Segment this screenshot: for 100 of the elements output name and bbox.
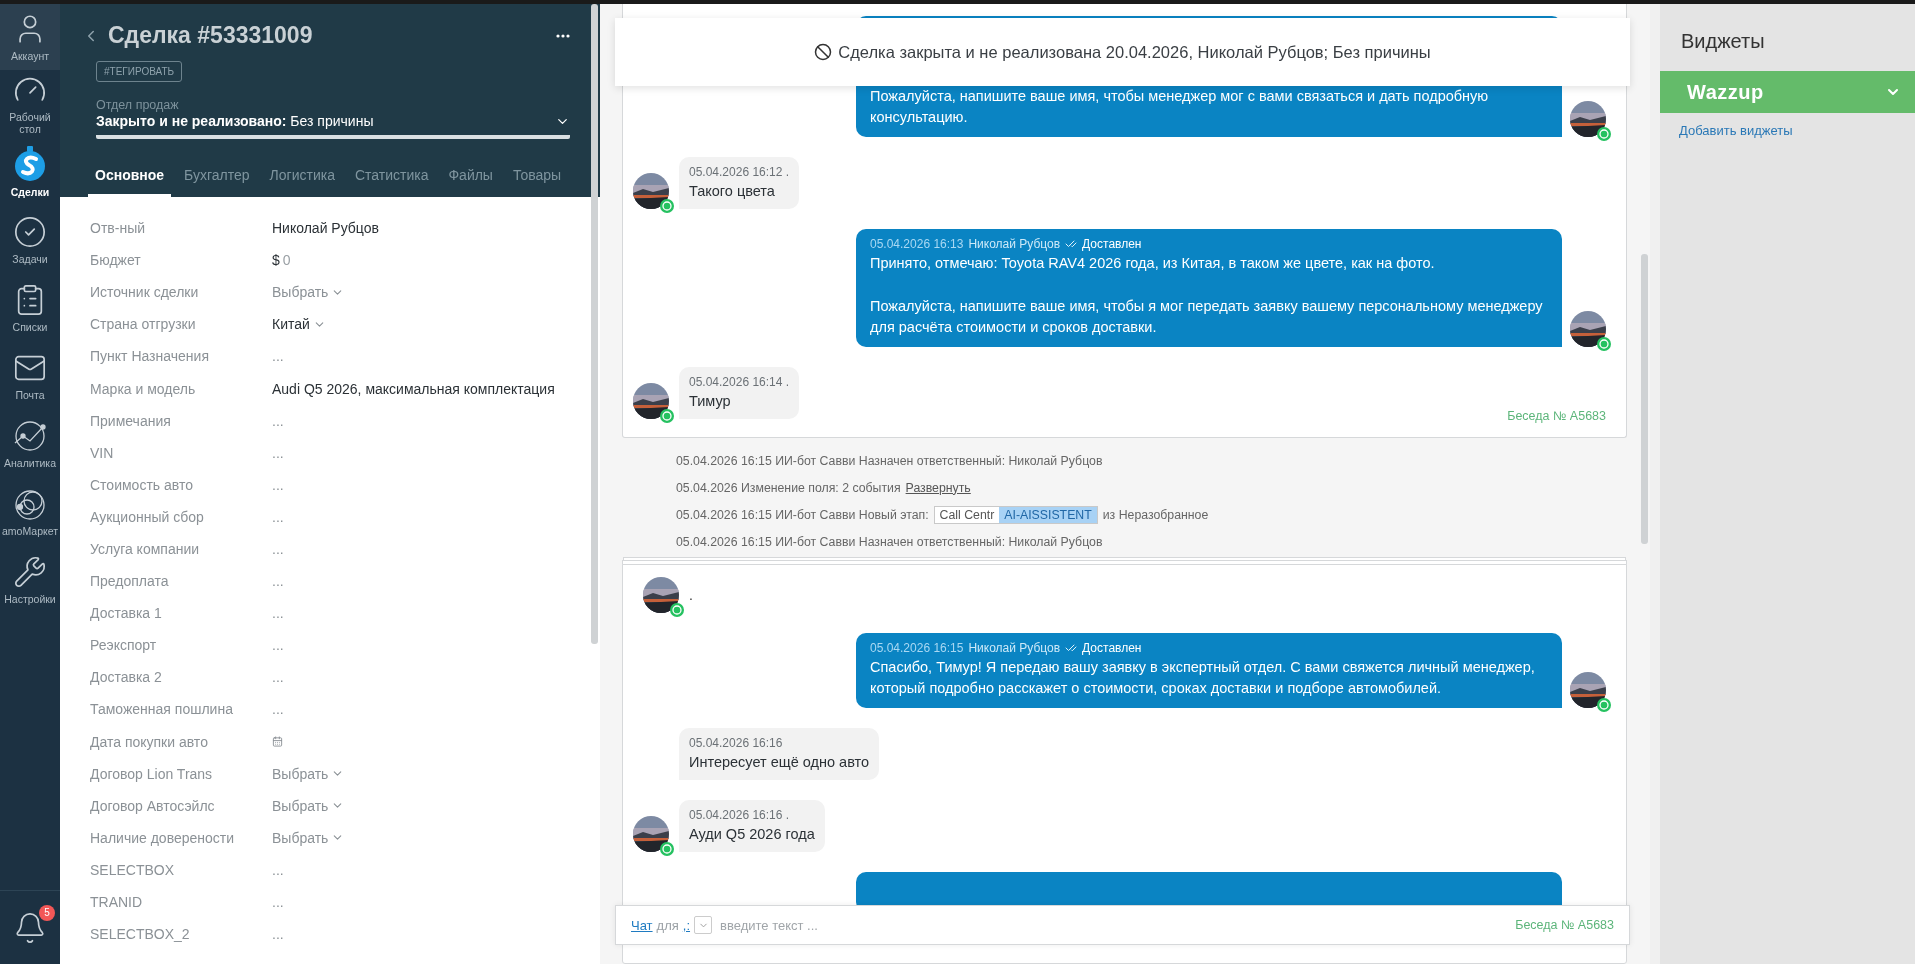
stage-tag: Call Centr: [934, 506, 1000, 523]
select-field[interactable]: Выбрать: [272, 284, 345, 301]
field-label: Наличие доверености: [90, 829, 236, 846]
field-label: Аукционный сбор: [90, 508, 205, 525]
nav-item[interactable]: Списки: [0, 274, 60, 342]
banner-text: Сделка закрыта и не реализована 20.04.2026, Николай Рубцов; Без причины: [838, 42, 1431, 62]
field-value[interactable]: ...: [272, 444, 284, 461]
field-value: Николай Рубцов: [272, 220, 379, 237]
field-label: Дата покупки авто: [90, 733, 209, 750]
field-label: Предоплата: [90, 573, 170, 590]
field-value[interactable]: ...: [272, 894, 284, 910]
field-label: Бюджет: [90, 252, 142, 269]
field-value[interactable]: ...: [272, 508, 284, 525]
message-text: Спасибо, Тимур! Я передаю вашу заявку в экспертный отдел. С вами свяжется личный менеджер, который подробно расскажет о стоимости, сроках доставки и подборе автомобилей.: [870, 658, 1536, 698]
note-text: из Неразобранное: [1102, 507, 1209, 522]
tab[interactable]: Файлы: [441, 167, 500, 197]
field-value[interactable]: ...: [272, 573, 284, 590]
note-text: 05.04.2026 Изменение поля: 2 события: [676, 480, 901, 495]
field-value[interactable]: ...: [272, 605, 284, 622]
field-label: Услуга компании: [90, 541, 201, 557]
field-value[interactable]: ...: [272, 412, 284, 429]
tab[interactable]: Основное: [88, 167, 172, 197]
conversation-label: Беседа № A5683: [1507, 409, 1606, 423]
chat-link[interactable]: Чат: [631, 917, 653, 933]
message-time: 05.04.2026 16:16: [689, 736, 784, 750]
pipeline-label: Отдел продаж: [96, 98, 180, 112]
message-time: 05.04.2026 16:15: [870, 641, 964, 655]
message-text: .: [689, 587, 693, 603]
field-label: Марка и модель: [90, 380, 197, 397]
field-label: TRANID: [90, 894, 144, 910]
tab[interactable]: Статистика: [347, 167, 436, 197]
field-value[interactable]: $ 0: [272, 252, 291, 269]
tab[interactable]: Логистика: [262, 167, 342, 197]
nav-item[interactable]: Аккаунт: [0, 4, 60, 70]
widget-bar[interactable]: Wazzup: [1660, 71, 1915, 113]
field-value: Audi Q5 2026, максимальная комплектация: [272, 380, 555, 397]
message-input[interactable]: введите текст ...: [720, 917, 818, 933]
field-label: Источник сделки: [90, 284, 200, 301]
field-value[interactable]: ...: [272, 541, 284, 557]
field-label: Доставка 2: [90, 669, 163, 686]
note-text: 05.04.2026 16:15 ИИ-бот Савви Новый этап:: [676, 507, 929, 522]
tag-button[interactable]: #ТЕГИРОВАТЬ: [96, 61, 183, 82]
message-text: Интересует ещё одно авто: [689, 754, 870, 770]
field-value[interactable]: ...: [272, 926, 284, 943]
notification-badge: 5: [39, 904, 55, 921]
add-widgets-link[interactable]: Добавить виджеты: [1679, 123, 1915, 138]
field-label: Таможенная пошлина: [90, 701, 234, 718]
field-label: SELECTBOX: [90, 861, 176, 878]
message-text: Принято, отмечаю: Toyota RAV4 2026 года, из Китая, в таком же цвете, как на фото.: [870, 254, 1436, 273]
field-label: VIN: [90, 444, 115, 461]
expand-link[interactable]: Развернуть: [905, 480, 971, 495]
delivery-status: Доставлен: [1082, 641, 1142, 655]
field-value[interactable]: ...: [272, 669, 284, 686]
field-label: Договор Lion Trans: [90, 765, 214, 782]
field-label: Стоимость авто: [90, 476, 194, 493]
select-field[interactable]: Выбрать: [272, 765, 345, 782]
select-field[interactable]: Выбрать: [272, 829, 345, 846]
field-label: Отв-ный: [90, 220, 146, 237]
field-value[interactable]: ...: [272, 701, 284, 718]
field-value[interactable]: ...: [272, 348, 284, 365]
nav-item[interactable]: Сделки: [0, 138, 60, 206]
message-time: 05.04.2026 16:12 .: [689, 165, 790, 179]
status-select[interactable]: Закрыто и не реализовано: Без причины: [96, 113, 570, 139]
message-text: Пожалуйста, напишите ваше имя, чтобы я мог передать заявку вашему персональному менеджеру для расчёта стоимости и сроков доставки.: [870, 297, 1544, 337]
nav-item[interactable]: Задачи: [0, 206, 60, 274]
recipient-link[interactable]: ,:: [682, 917, 691, 933]
field-value[interactable]: ...: [272, 637, 284, 654]
delivery-status: Доставлен: [1082, 237, 1142, 251]
tab[interactable]: Бухгалтер: [177, 167, 257, 197]
message-text: Такого цвета: [689, 183, 776, 199]
nav-item[interactable]: Аналитика: [0, 410, 60, 478]
message-time: 05.04.2026 16:16 .: [689, 808, 791, 822]
conversation-label: Беседа № A5683: [1515, 918, 1614, 932]
nav-item[interactable]: Настройки: [0, 546, 60, 614]
select-field[interactable]: Китай: [272, 316, 326, 333]
field-value[interactable]: ...: [272, 476, 284, 493]
note-text: 05.04.2026 16:15 ИИ-бот Савви Назначен ответственный: Николай Рубцов: [676, 534, 1103, 549]
select-field[interactable]: Выбрать: [272, 797, 345, 814]
field-label: Страна отгрузки: [90, 316, 197, 333]
message-text: Ауди Q5 2026 года: [689, 826, 815, 842]
message-text: Пожалуйста, напишите ваше имя, чтобы менеджер мог с вами связаться и дать подробную консультацию.: [870, 87, 1490, 127]
field-value[interactable]: ...: [272, 861, 284, 878]
stage-tag: AI-AISSISTENT: [999, 506, 1097, 523]
message-time: 05.04.2026 16:14 .: [689, 375, 790, 389]
composer-label: для: [656, 917, 679, 933]
tab[interactable]: Товары: [505, 167, 569, 197]
field-label: Доставка 1: [90, 605, 163, 622]
nav-item[interactable]: Почта: [0, 342, 60, 410]
note-text: 05.04.2026 16:15 ИИ-бот Савви Назначен ответственный: Николай Рубцов: [676, 453, 1103, 468]
deal-title: Сделка #53331009: [108, 22, 314, 49]
widgets-title: Виджеты: [1681, 30, 1766, 53]
field-label: SELECTBOX_2: [90, 926, 191, 943]
field-label: Договор Автосэйлс: [90, 797, 216, 814]
field-label: Пункт Назначения: [90, 348, 210, 365]
message-author: Николай Рубцов: [968, 237, 1061, 251]
message-author: Николай Рубцов: [968, 641, 1061, 655]
field-label: Примечания: [90, 412, 172, 429]
nav-item[interactable]: amoМаркет: [0, 478, 60, 546]
message-text: Тимур: [689, 393, 732, 409]
nav-item[interactable]: Рабочий стол: [0, 70, 60, 138]
